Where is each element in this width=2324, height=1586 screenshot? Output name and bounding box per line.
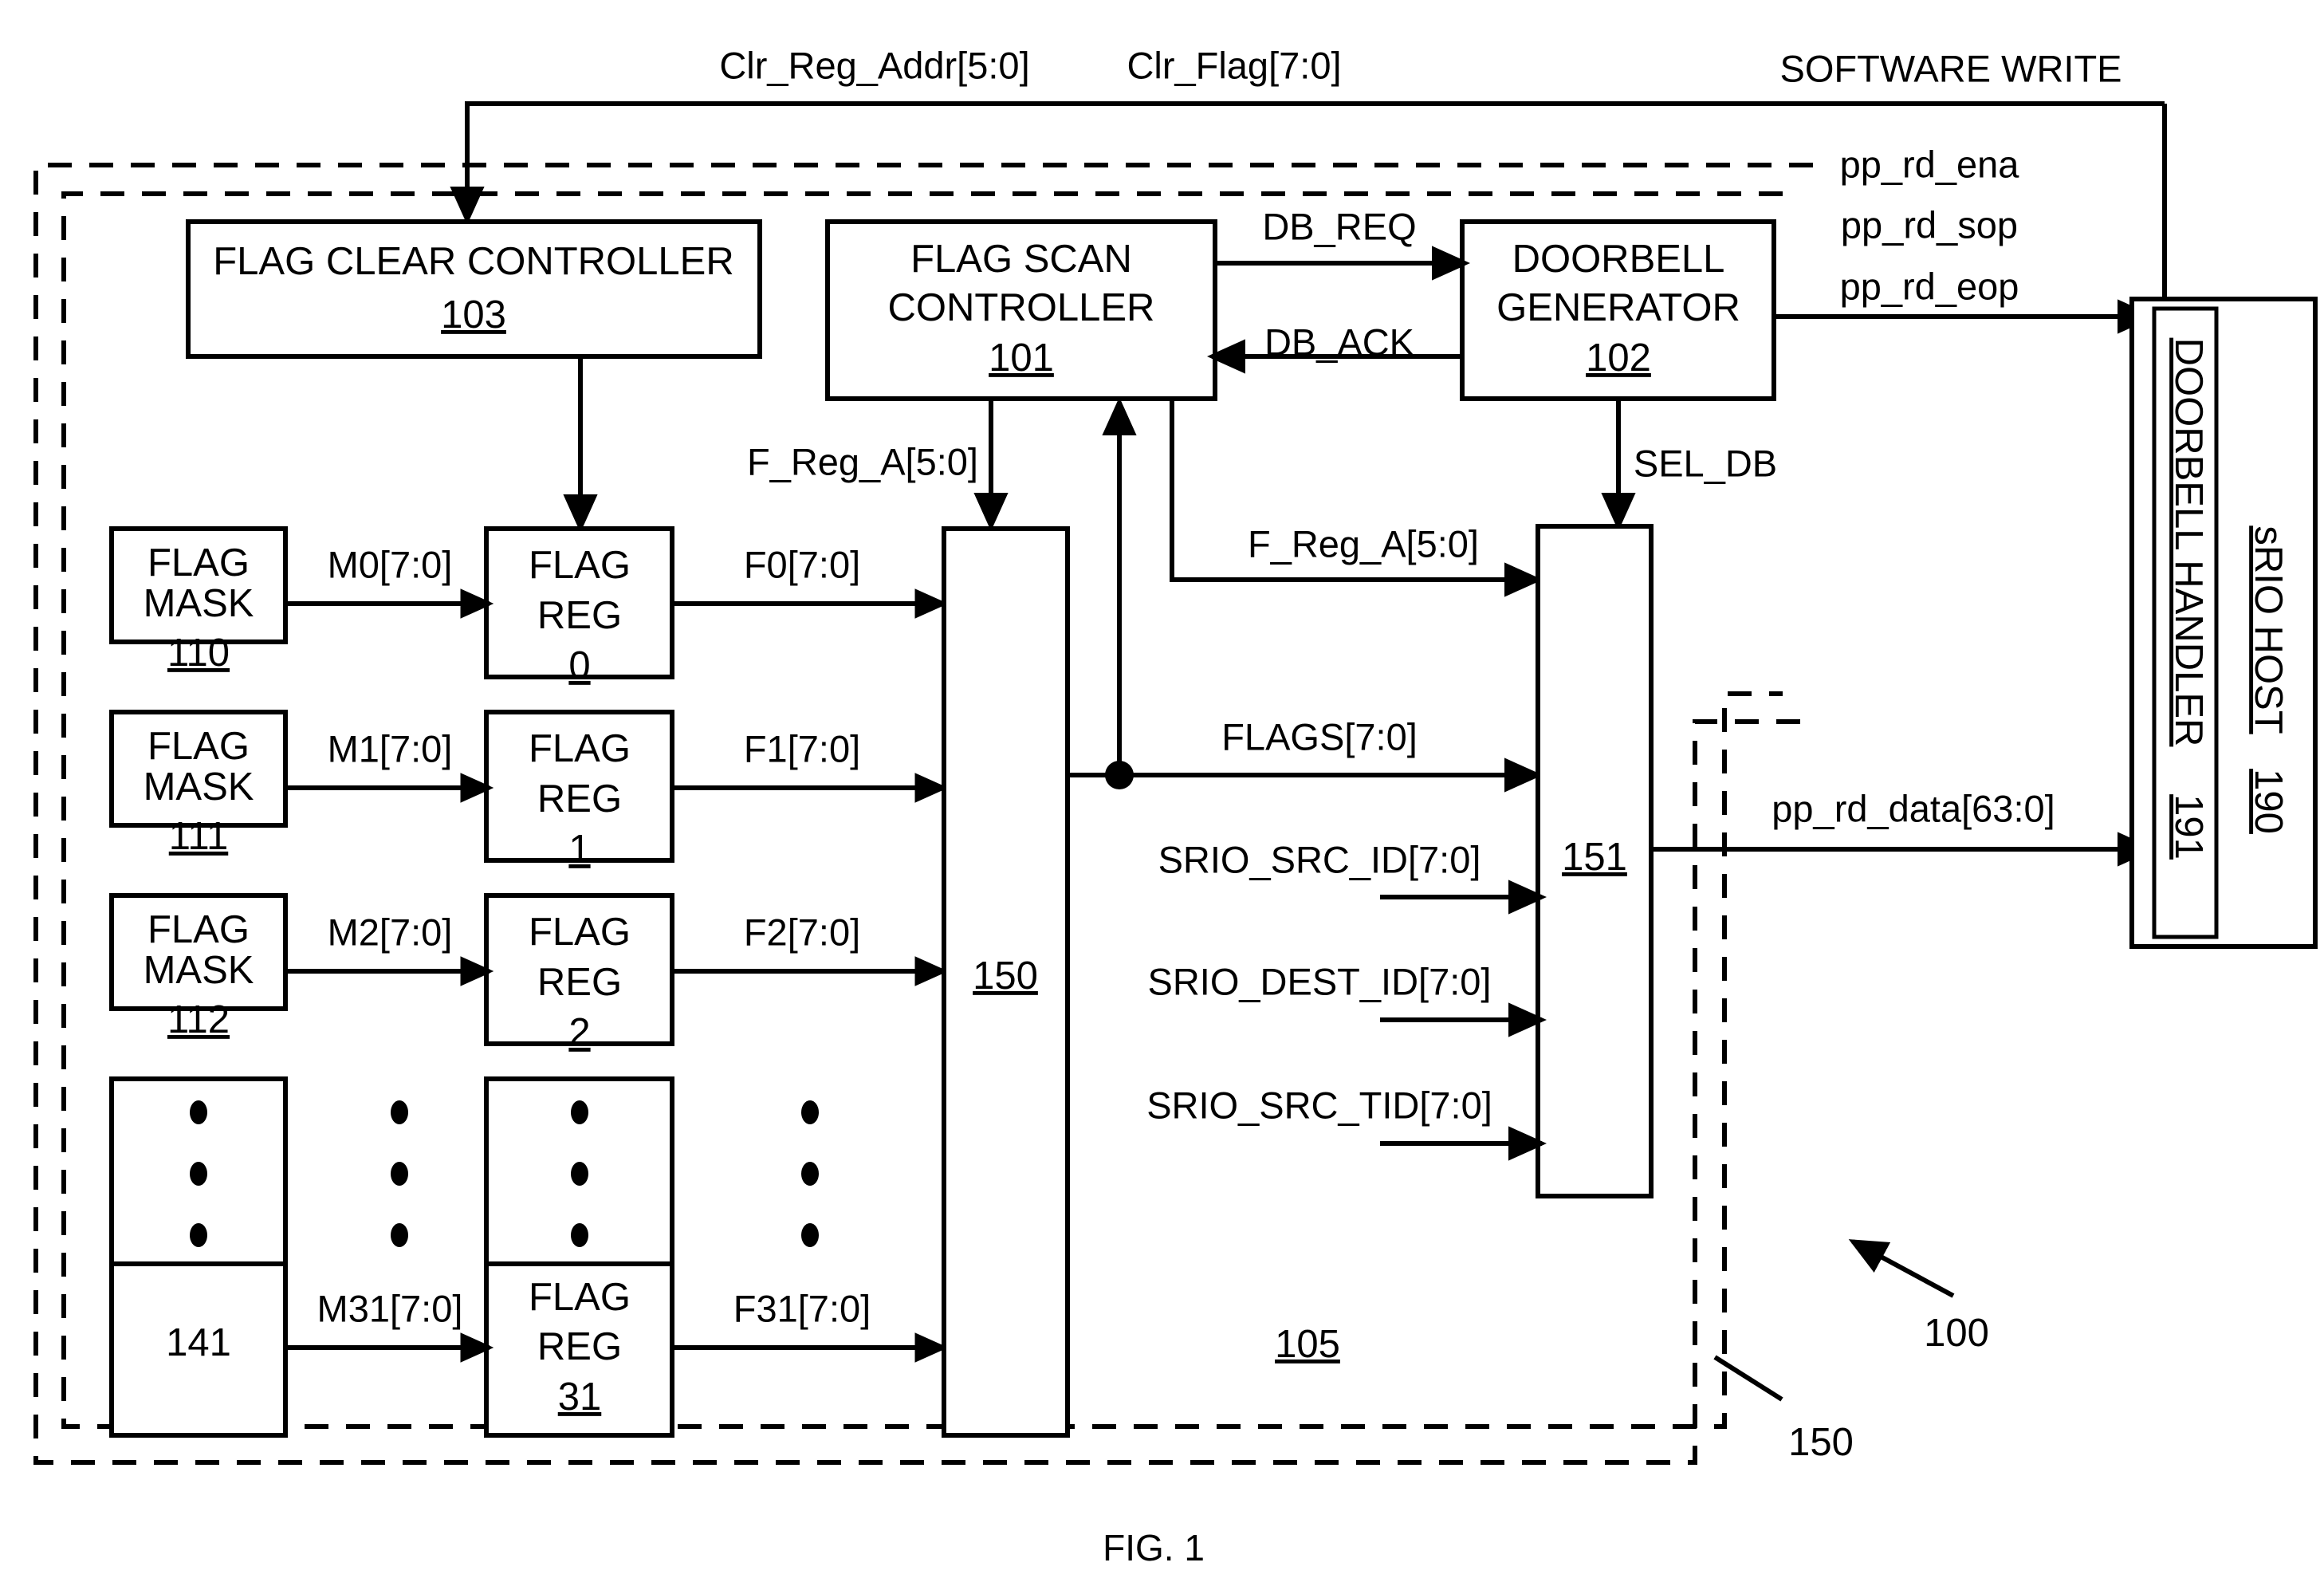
flag-reg-0-ref: 0 [568,644,590,687]
label-srio-src-id: SRIO_SRC_ID[7:0] [1158,838,1481,880]
label-db-req: DB_REQ [1262,205,1416,247]
flag-mask-group-ref: 141 [166,1321,231,1364]
label-sel-db: SEL_DB [1634,442,1777,484]
label-m1: M1[7:0] [328,727,453,769]
srio-host-ref: 190 [2247,769,2290,834]
vertical-ellipsis-dot [391,1162,408,1186]
doorbell-generator-title-1: DOORBELL [1512,238,1725,281]
mux-150-ref: 150 [973,954,1038,998]
flag-reg-0-line1: FLAG [529,544,631,587]
label-f-reg-a-right: F_Reg_A[5:0] [1248,522,1479,565]
label-f0: F0[7:0] [744,543,860,585]
label-clr-flag: Clr_Flag[7:0] [1127,44,1341,86]
flag-reg-31-ref: 31 [558,1375,602,1419]
flag-mask-0-ref: 110 [167,632,230,675]
label-f31: F31[7:0] [733,1287,871,1329]
vertical-ellipsis-dot [190,1223,207,1247]
flag-reg-1-line2: REG [537,777,622,821]
label-f1: F1[7:0] [744,727,860,769]
vertical-ellipsis-dot [190,1162,207,1186]
flag-reg-0-line2: REG [537,594,622,637]
vertical-ellipsis-dot [190,1100,207,1124]
label-srio-dest-id: SRIO_DEST_ID[7:0] [1148,960,1492,1002]
flag-reg-31-line2: REG [537,1325,622,1368]
vertical-ellipsis-dot [801,1162,819,1186]
vertical-ellipsis-dot [801,1223,819,1247]
label-f-reg-a-left: F_Reg_A[5:0] [747,440,978,482]
flag-mask-2-line2: MASK [144,949,254,992]
label-m2: M2[7:0] [328,911,453,953]
callout-100: 100 [1924,1312,1989,1355]
vertical-ellipsis-dot [571,1223,588,1247]
label-clr-reg-addr: Clr_Reg_Addr[5:0] [719,44,1029,86]
flag-reg-2-line2: REG [537,961,622,1004]
callout-105: 105 [1275,1323,1340,1366]
label-srio-src-tid: SRIO_SRC_TID[7:0] [1146,1084,1492,1126]
vertical-ellipsis-dot [391,1223,408,1247]
flag-mask-1-ref: 111 [169,815,228,858]
label-f2: F2[7:0] [744,911,860,953]
label-m0: M0[7:0] [328,543,453,585]
label-pp-rd-sop: pp_rd_sop [1841,203,2018,246]
label-db-ack: DB_ACK [1264,321,1414,363]
flag-mask-2-line1: FLAG [147,908,250,951]
doorbell-generator-title-2: GENERATOR [1496,286,1740,329]
flag-reg-1-line1: FLAG [529,727,631,770]
flag-reg-31-line1: FLAG [529,1276,631,1319]
flag-clear-controller-title: FLAG CLEAR CONTROLLER [213,240,734,283]
flag-reg-2-line1: FLAG [529,911,631,954]
leader-100 [1848,1239,1955,1298]
doorbell-generator-ref: 102 [1586,336,1651,380]
flag-mask-1-line2: MASK [144,765,254,809]
figure-caption: FIG. 1 [1103,1527,1205,1568]
vertical-ellipsis-dot [571,1162,588,1186]
label-pp-rd-data: pp_rd_data[63:0] [1772,787,2055,829]
flag-mask-2-ref: 112 [167,998,230,1041]
vertical-ellipsis-dot [801,1100,819,1124]
flag-mask-0-line2: MASK [144,582,254,625]
mux-151-ref: 151 [1562,836,1627,879]
figure-canvas: Clr_Reg_Addr[5:0] Clr_Flag[7:0] SOFTWARE… [0,0,2324,1586]
flag-reg-1-ref: 1 [568,828,590,871]
label-pp-rd-ena: pp_rd_ena [1840,143,2020,185]
flags-junction-dot [1105,761,1134,789]
patent-diagram: Clr_Reg_Addr[5:0] Clr_Flag[7:0] SOFTWARE… [33,44,2318,1568]
label-pp-rd-eop: pp_rd_eop [1840,265,2019,307]
doorbell-handler-ref: 191 [2167,794,2210,860]
doorbell-handler-title: DOORBELL HANDLER [2167,338,2210,747]
flag-clear-controller-ref: 103 [441,293,506,336]
flag-mask-0-line1: FLAG [147,541,250,584]
flag-scan-controller-title-2: CONTROLLER [888,286,1155,329]
flag-mask-1-line1: FLAG [147,725,250,768]
vertical-ellipsis-dot [391,1100,408,1124]
flag-reg-2-ref: 2 [568,1011,590,1054]
callout-150-outer: 150 [1788,1421,1854,1464]
flag-scan-controller-ref: 101 [989,336,1054,380]
srio-host-title: sRIO HOST [2247,525,2290,734]
label-flags: FLAGS[7:0] [1221,715,1418,758]
label-software-write: SOFTWARE WRITE [1779,47,2121,89]
vertical-ellipsis-dot [571,1100,588,1124]
flag-scan-controller-title-1: FLAG SCAN [910,238,1132,281]
label-m31: M31[7:0] [317,1287,463,1329]
